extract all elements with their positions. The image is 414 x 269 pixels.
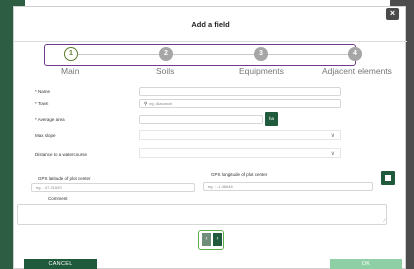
stepper-connector [173,54,255,55]
chevron-down-icon: ∨ [330,133,335,139]
stepper [44,44,356,66]
gps-latitude-label: GPS latitude of plot center [38,176,91,181]
average-area-input[interactable] [139,115,263,124]
close-button[interactable]: × [386,8,399,20]
map-icon [385,175,391,181]
gps-longitude-label: GPS longitude of plot center [211,172,268,177]
gps-longitude-input[interactable]: eg. : -1.46646 [203,182,373,191]
gps-longitude-placeholder: eg. : -1.46646 [208,184,233,189]
step-adjacent-circle[interactable]: 4 [348,47,362,61]
town-label: * Town [35,101,49,106]
name-input[interactable] [139,87,341,96]
chevron-down-icon: ∨ [330,151,335,157]
dialog-header: Add a field × [14,7,407,42]
watercourse-label: Distance to a watercourse [35,152,88,157]
name-label: * Name [35,89,51,94]
cancel-button[interactable]: CANCEL [24,259,97,269]
chevron-right-icon: › [216,236,219,242]
dialog-title: Add a field [191,20,230,29]
watercourse-select[interactable]: ∨ [139,148,341,158]
map-picker-button[interactable] [381,171,395,185]
gps-latitude-placeholder: eg. : 47.21693 [36,185,62,190]
step-main-circle[interactable]: 1 [64,47,78,61]
step-adjacent-label: Adjacent elements [322,66,392,76]
chevron-left-icon: ‹ [205,236,208,242]
cancel-label: CANCEL [48,261,73,267]
comment-label: Comment [48,196,68,201]
next-step-button[interactable]: › [213,233,222,246]
town-search-input[interactable]: ⚲ eg. Alacanch [139,99,341,108]
ok-button[interactable]: OK [330,259,402,269]
previous-step-button[interactable]: ‹ [202,233,211,246]
max-slope-select[interactable]: ∨ [139,130,341,140]
step-equipments-label: Equipments [239,66,284,76]
town-placeholder: eg. Alacanch [149,101,173,106]
average-area-label: * Average area [35,117,65,122]
comment-textarea[interactable]: ∕ [17,204,387,225]
stepper-connector [268,54,350,55]
gps-latitude-input[interactable]: eg. : 47.21693 [31,183,195,192]
close-icon: × [389,8,396,18]
area-unit-label: ha [268,116,274,121]
step-main-label: Main [61,66,80,76]
search-icon: ⚲ [144,101,148,106]
step-soils-label: Soils [156,66,175,76]
resize-handle-icon[interactable]: ∕ [384,218,385,224]
step-equipments-circle[interactable]: 3 [254,47,268,61]
stepper-connector [78,54,160,55]
area-unit-button[interactable]: ha [265,112,278,126]
step-soils-circle[interactable]: 2 [159,47,173,61]
max-slope-label: Max slope [35,133,56,138]
ok-label: OK [361,261,371,267]
